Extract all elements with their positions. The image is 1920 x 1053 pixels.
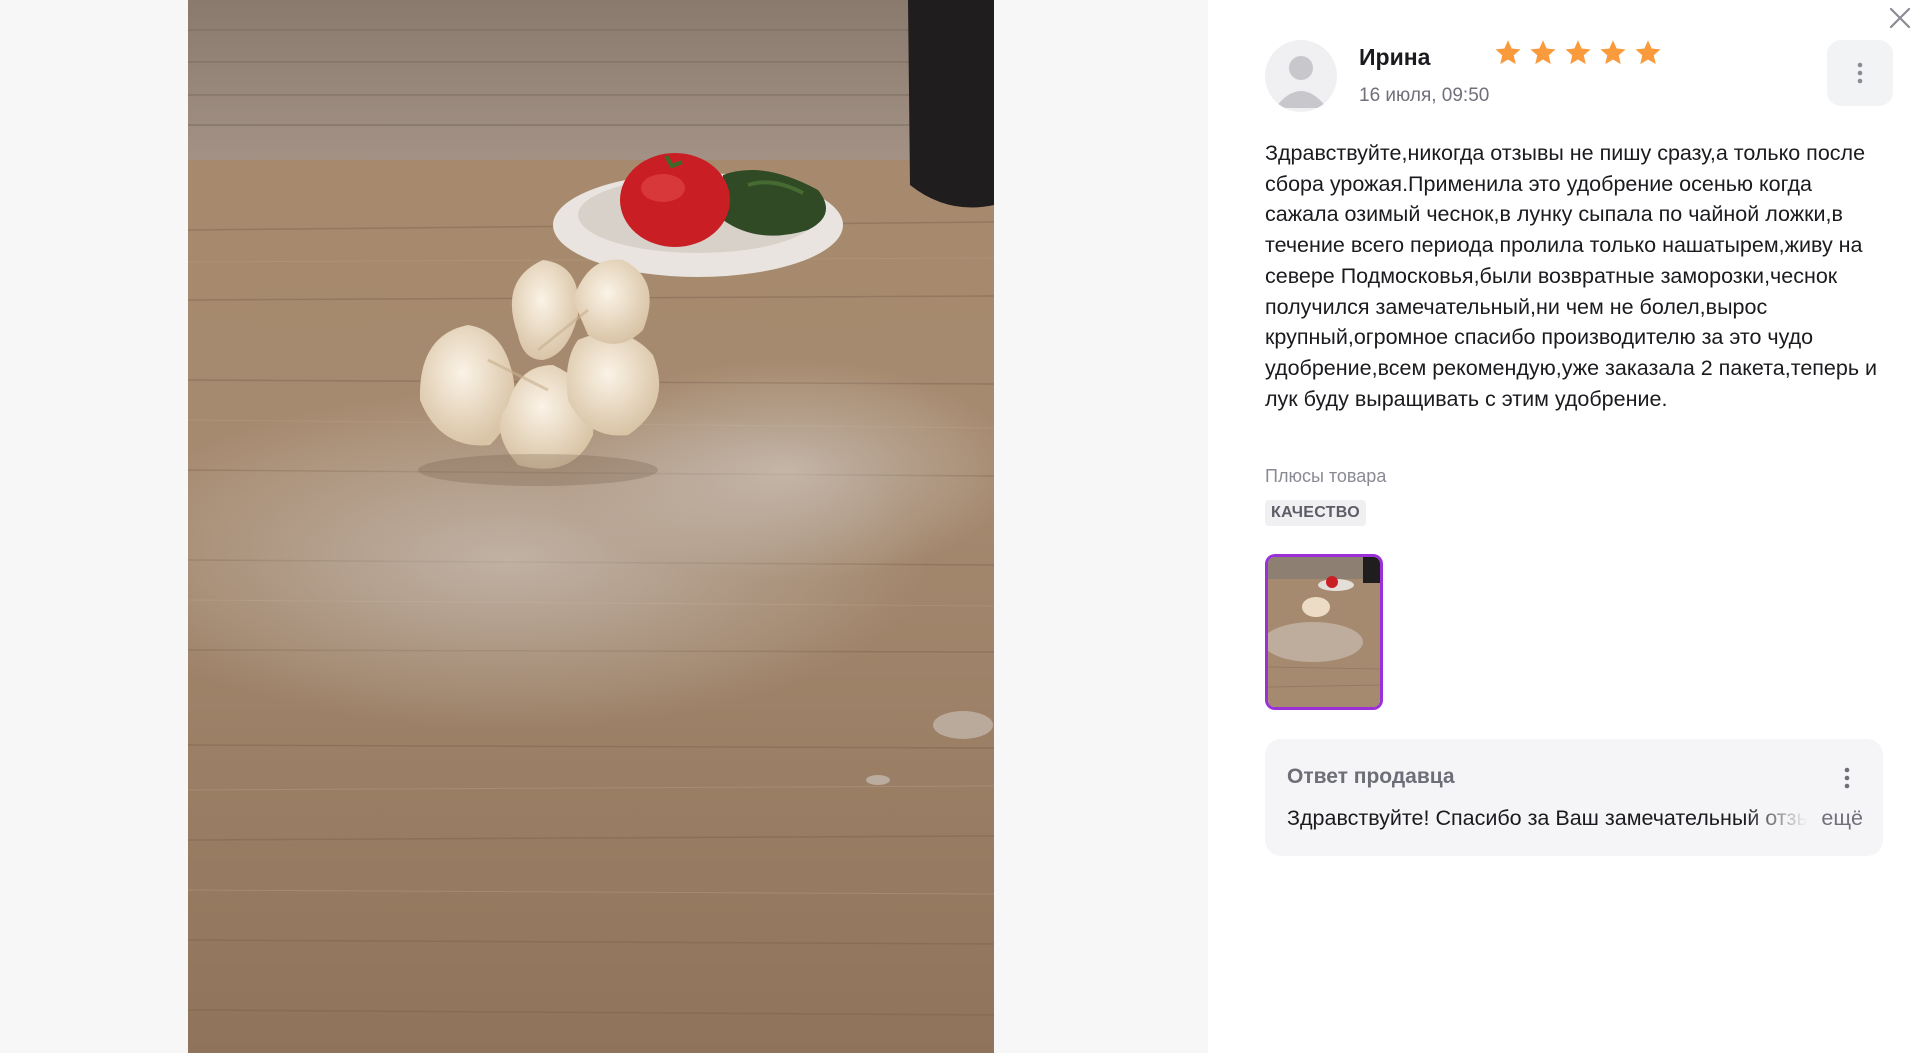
review-menu-button[interactable] (1827, 40, 1893, 106)
avatar (1265, 40, 1337, 112)
user-avatar-icon (1275, 56, 1327, 108)
author-name: Ирина (1359, 44, 1431, 70)
pros-label: Плюсы товара (1265, 466, 1387, 486)
seller-answer-more-link[interactable]: ещё (1821, 806, 1863, 831)
seller-answer: Ответ продавца Здравствуйте! Спасибо за … (1265, 739, 1883, 856)
star-icon (1530, 40, 1556, 65)
pros-tag: КАЧЕСТВО (1265, 500, 1366, 526)
photo-viewer (0, 0, 1208, 1053)
seller-answer-title: Ответ продавца (1287, 765, 1455, 788)
review-text: Здравствуйте,никогда отзывы не пишу сраз… (1265, 141, 1878, 411)
photo-thumbnail[interactable] (1265, 554, 1383, 710)
review-date: 16 июля, 09:50 (1359, 85, 1490, 106)
seller-answer-menu-button[interactable] (1837, 763, 1857, 793)
seller-answer-text: Здравствуйте! Спасибо за Ваш замечательн… (1287, 806, 1807, 830)
star-icon (1565, 40, 1591, 65)
review-panel: Ирина 16 июля, 09:50 Здравствуйте,никогд… (1208, 0, 1920, 1053)
more-vertical-icon (1844, 767, 1850, 789)
star-icon (1635, 40, 1661, 65)
rating-stars (1493, 38, 1663, 68)
close-button[interactable] (1880, 0, 1920, 36)
more-vertical-icon (1857, 62, 1863, 84)
photo-thumbnail-image (1268, 557, 1380, 707)
star-icon (1495, 40, 1521, 65)
review-photo (188, 0, 994, 1053)
star-icon (1600, 40, 1626, 65)
review-header: Ирина 16 июля, 09:50 (1265, 38, 1893, 114)
close-icon (1889, 7, 1911, 29)
